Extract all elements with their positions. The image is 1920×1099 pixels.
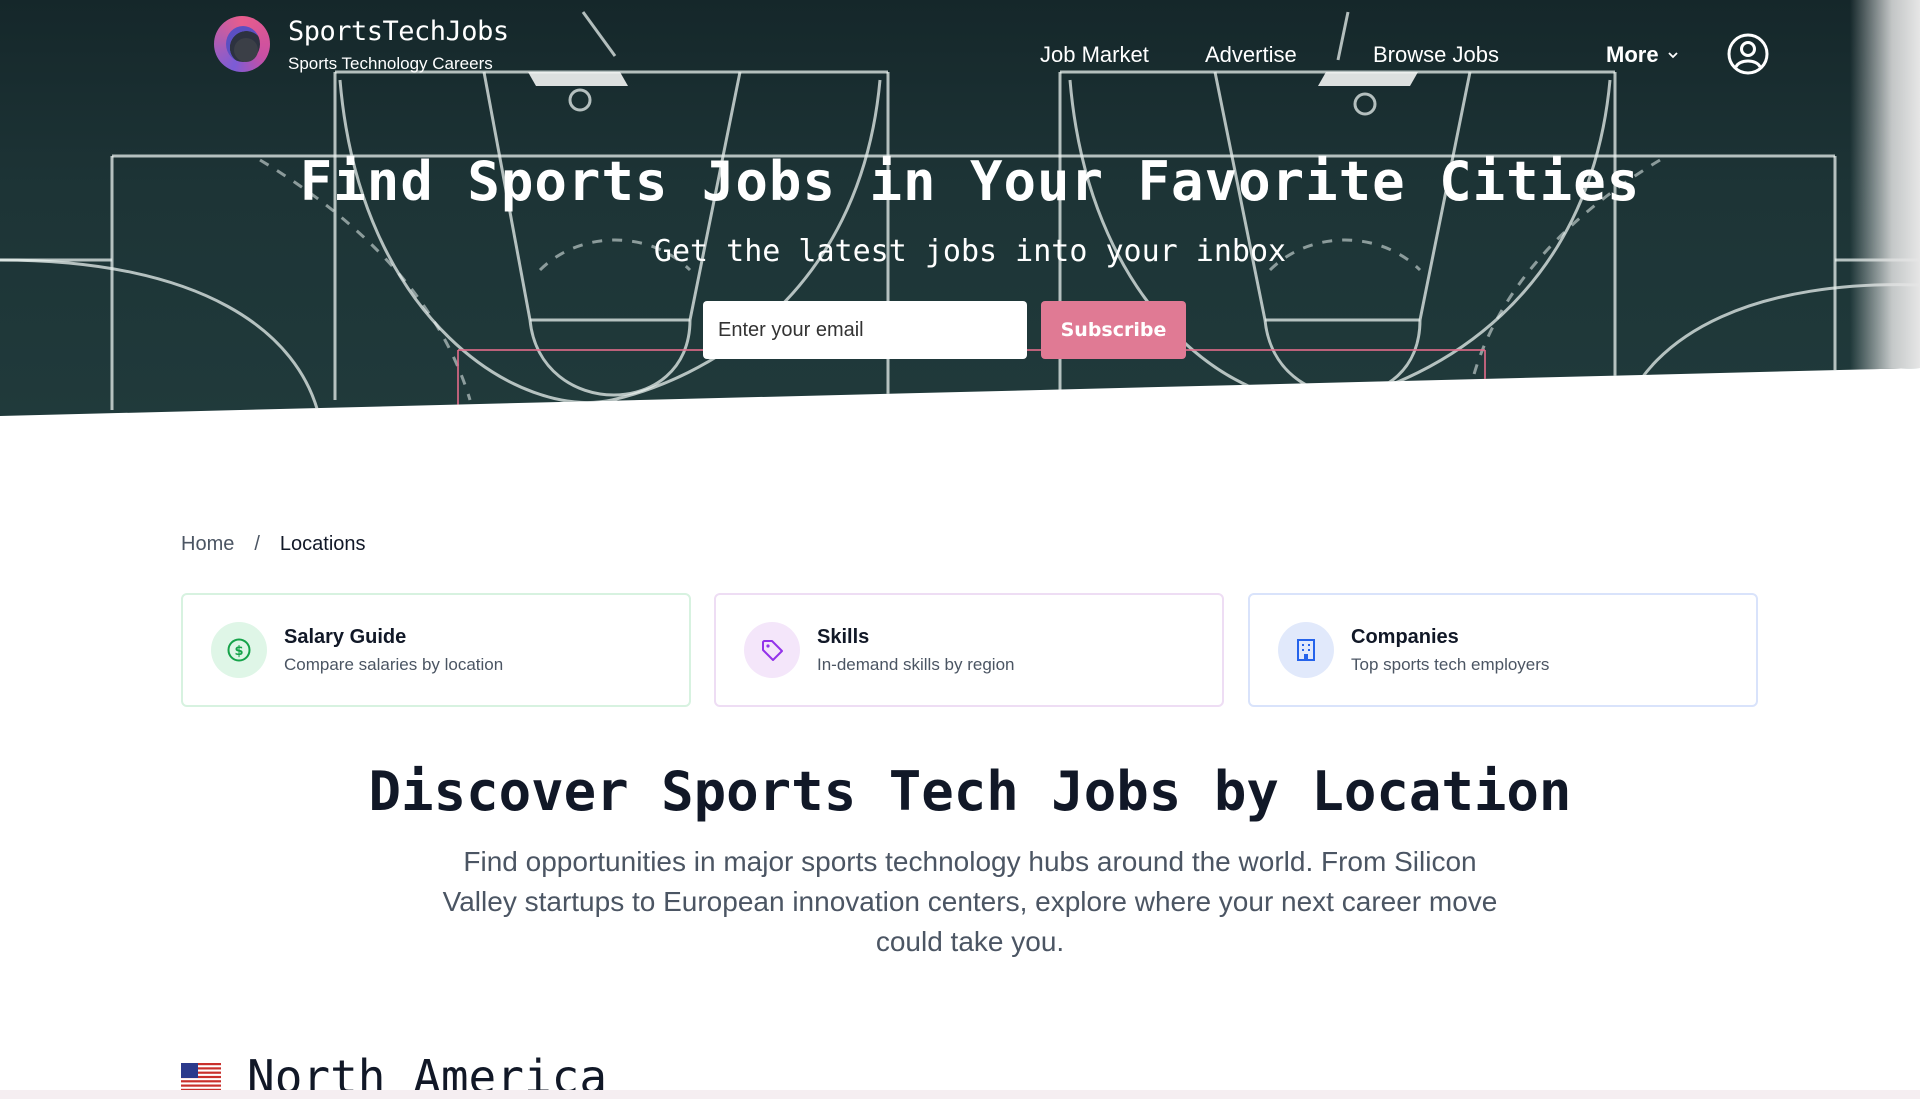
nav-browse-jobs[interactable]: Browse Jobs <box>1373 42 1499 68</box>
nav-more-label: More <box>1606 42 1659 67</box>
site-header: SportsTechJobs Sports Technology Careers… <box>0 0 1920 110</box>
bottom-strip <box>0 1090 1920 1099</box>
hero-subtitle: Get the latest jobs into your inbox <box>653 234 1287 269</box>
svg-text:$: $ <box>234 644 243 659</box>
brand-title[interactable]: SportsTechJobs <box>288 16 509 47</box>
salary-icon-wrap: $ <box>211 622 267 678</box>
logo-core-shape <box>234 38 258 62</box>
email-input[interactable] <box>703 301 1027 359</box>
card-title: Skills <box>817 625 870 648</box>
nav-job-market[interactable]: Job Market <box>1040 42 1149 68</box>
skills-card[interactable]: Skills In-demand skills by region <box>714 593 1224 707</box>
page-description: Find opportunities in major sports techn… <box>442 846 1498 957</box>
breadcrumb-separator: / <box>254 533 260 555</box>
breadcrumb-home[interactable]: Home <box>181 533 234 556</box>
brand-logo-icon[interactable] <box>214 16 270 72</box>
nav-advertise[interactable]: Advertise <box>1205 42 1297 68</box>
salary-guide-card[interactable]: $ Salary Guide Compare salaries by locat… <box>181 593 691 707</box>
user-account-icon[interactable] <box>1726 32 1770 76</box>
tag-icon <box>762 640 783 661</box>
dollar-icon: $ <box>227 638 251 662</box>
building-icon <box>1297 639 1315 661</box>
breadcrumb-current: Locations <box>279 533 366 555</box>
card-title: Salary Guide <box>284 625 407 648</box>
companies-icon-wrap <box>1278 622 1334 678</box>
us-flag-icon <box>181 1063 221 1091</box>
card-title: Companies <box>1351 625 1459 648</box>
brand-subtitle: Sports Technology Careers <box>288 54 493 73</box>
nav-more-dropdown[interactable]: More <box>1606 42 1679 68</box>
card-description: In-demand skills by region <box>817 654 1015 674</box>
page-title: Discover Sports Tech Jobs by Location <box>368 760 1572 823</box>
card-description: Compare salaries by location <box>284 654 504 674</box>
chevron-down-icon <box>1667 52 1678 59</box>
breadcrumb: Home / Locations <box>181 533 366 556</box>
hero-title: Find Sports Jobs in Your Favorite Cities <box>299 150 1641 213</box>
subscribe-button[interactable]: Subscribe <box>1041 301 1186 359</box>
card-description: Top sports tech employers <box>1351 654 1550 674</box>
skills-icon-wrap <box>744 622 800 678</box>
companies-card[interactable]: Companies Top sports tech employers <box>1248 593 1758 707</box>
